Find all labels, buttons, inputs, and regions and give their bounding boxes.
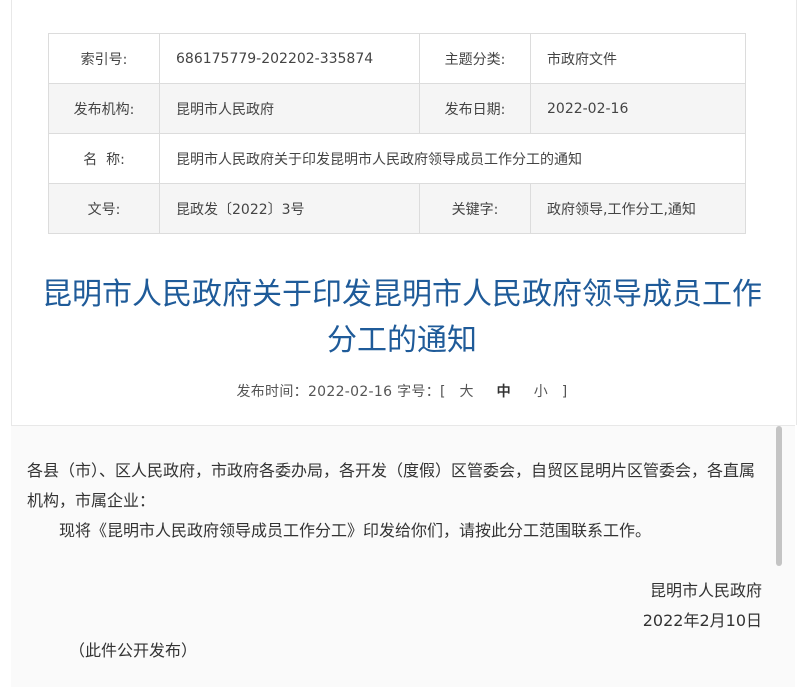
publish-time-label: 发布时间： (236, 384, 308, 400)
index-number-value: 686175779-202202-335874 (159, 33, 420, 84)
publish-date-value: 2022-02-16 (530, 83, 746, 134)
metadata-row: 名 称: 昆明市人民政府关于印发昆明市人民政府领导成员工作分工的通知 (48, 133, 746, 184)
metadata-row: 文号: 昆政发〔2022〕3号 关键字: 政府领导,工作分工,通知 (48, 183, 746, 234)
font-size-label: 字号：[ (397, 384, 446, 400)
keywords-value: 政府领导,工作分工,通知 (530, 183, 746, 234)
font-size-close-bracket: ] (561, 384, 568, 400)
document-name-value: 昆明市人民政府关于印发昆明市人民政府领导成员工作分工的通知 (159, 133, 746, 184)
scrollbar-thumb[interactable] (776, 426, 782, 566)
metadata-row: 索引号: 686175779-202202-335874 主题分类: 市政府文件 (48, 33, 746, 84)
document-name-label: 名 称: (48, 133, 160, 184)
font-size-small-button[interactable]: 小 (534, 384, 548, 400)
body-addressee-paragraph: 各县（市）、区人民政府，市政府各委办局，各开发（度假）区管委会，自贸区昆明片区管… (27, 461, 756, 510)
publish-date-label: 发布日期: (419, 83, 531, 134)
topic-category-value: 市政府文件 (530, 33, 746, 84)
publication-note: （此件公开发布） (69, 641, 198, 660)
document-metadata-table: 索引号: 686175779-202202-335874 主题分类: 市政府文件… (48, 33, 746, 234)
publisher-label: 发布机构: (48, 83, 160, 134)
topic-category-label: 主题分类: (419, 33, 531, 84)
document-number-label: 文号: (48, 183, 160, 234)
publish-info-bar: 发布时间：2022-02-16 字号：[ 大 中 小 ] (0, 381, 804, 401)
document-number-value: 昆政发〔2022〕3号 (159, 183, 420, 234)
index-number-label: 索引号: (48, 33, 160, 84)
signer-name: 昆明市人民政府 (649, 581, 762, 600)
signature-date: 2022年2月10日 (642, 611, 762, 630)
body-content-paragraph: 现将《昆明市人民政府领导成员工作分工》印发给你们，请按此分工范围联系工作。 (59, 521, 652, 540)
metadata-row: 发布机构: 昆明市人民政府 发布日期: 2022-02-16 (48, 83, 746, 134)
document-title: 昆明市人民政府关于印发昆明市人民政府领导成员工作分工的通知 (42, 277, 762, 358)
publish-time-value: 2022-02-16 (307, 384, 393, 400)
font-size-medium-button[interactable]: 中 (497, 384, 511, 400)
font-size-large-button[interactable]: 大 (460, 384, 474, 400)
publisher-value: 昆明市人民政府 (159, 83, 420, 134)
keywords-label: 关键字: (419, 183, 531, 234)
